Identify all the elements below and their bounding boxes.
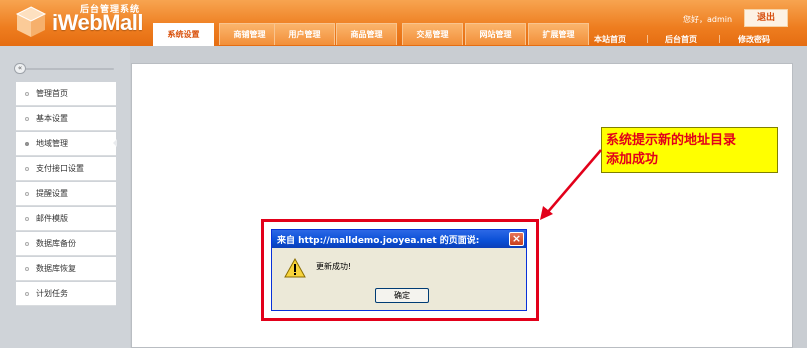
active-item-pointer-icon bbox=[113, 139, 117, 147]
sidebar-item-label: 地域管理 bbox=[36, 139, 68, 148]
sidebar-item-admin-home[interactable]: 管理首页 bbox=[16, 82, 116, 106]
sidebar-item-label: 计划任务 bbox=[36, 289, 68, 298]
sidebar-item-label: 支付接口设置 bbox=[36, 164, 84, 173]
sidebar-item-payment-settings[interactable]: 支付接口设置 bbox=[16, 157, 116, 181]
user-greeting: 您好，admin bbox=[683, 15, 733, 24]
sidebar-item-email-templates[interactable]: 邮件模版 bbox=[16, 207, 116, 231]
bullet-icon bbox=[25, 292, 29, 296]
sidebar: « 管理首页 基本设置 地域管理 支付接口设置 提醒设置 邮件模版 数据库备份 … bbox=[0, 46, 130, 348]
link-admin-home[interactable]: 后台首页 bbox=[665, 34, 697, 45]
logout-button[interactable]: 退出 bbox=[744, 9, 788, 27]
dialog-message: 更新成功! bbox=[316, 262, 352, 271]
sidebar-item-label: 数据库恢复 bbox=[36, 264, 76, 273]
alert-dialog: 来自 http://malldemo.jooyea.net 的页面说: × 更新… bbox=[271, 229, 527, 311]
sidebar-item-label: 邮件模版 bbox=[36, 214, 68, 223]
warning-icon bbox=[284, 258, 306, 278]
bullet-icon bbox=[25, 92, 29, 96]
tab-site-management[interactable]: 网站管理 bbox=[465, 23, 526, 45]
annotation-callout: 系统提示新的地址目录 添加成功 bbox=[601, 127, 778, 173]
sidebar-item-basic-settings[interactable]: 基本设置 bbox=[16, 107, 116, 131]
link-separator: | bbox=[718, 34, 721, 43]
sidebar-slider-track bbox=[16, 68, 114, 70]
sidebar-item-scheduled-tasks[interactable]: 计划任务 bbox=[16, 282, 116, 306]
bullet-icon bbox=[25, 242, 29, 246]
annotation-line-1: 系统提示新的地址目录 bbox=[606, 133, 737, 148]
sidebar-item-label: 管理首页 bbox=[36, 89, 68, 98]
tab-trade-management[interactable]: 交易管理 bbox=[402, 23, 463, 45]
bullet-icon bbox=[25, 267, 29, 271]
sidebar-item-label: 提醒设置 bbox=[36, 189, 68, 198]
dialog-titlebar: 来自 http://malldemo.jooyea.net 的页面说: × bbox=[272, 230, 526, 248]
sidebar-item-region-management[interactable]: 地域管理 bbox=[16, 132, 116, 156]
tab-product-management[interactable]: 商品管理 bbox=[336, 23, 397, 45]
sidebar-item-reminder-settings[interactable]: 提醒设置 bbox=[16, 182, 116, 206]
link-change-password[interactable]: 修改密码 bbox=[738, 34, 770, 45]
bullet-icon bbox=[25, 217, 29, 221]
logo-title: iWebMall bbox=[52, 10, 143, 35]
bullet-icon bbox=[25, 142, 29, 146]
sidebar-collapse-icon[interactable]: « bbox=[14, 63, 26, 74]
logo-cube-icon bbox=[15, 6, 47, 37]
bullet-icon bbox=[25, 192, 29, 196]
ok-button[interactable]: 确定 bbox=[375, 288, 429, 303]
tab-system-settings[interactable]: 系统设置 bbox=[153, 23, 214, 46]
sidebar-item-label: 基本设置 bbox=[36, 114, 68, 123]
sidebar-item-label: 数据库备份 bbox=[36, 239, 76, 248]
bullet-icon bbox=[25, 117, 29, 121]
link-separator: | bbox=[646, 34, 649, 43]
sidebar-item-db-restore[interactable]: 数据库恢复 bbox=[16, 257, 116, 281]
right-edge-strip bbox=[795, 46, 807, 348]
link-site-home[interactable]: 本站首页 bbox=[594, 34, 626, 45]
bullet-icon bbox=[25, 167, 29, 171]
tab-extension-management[interactable]: 扩展管理 bbox=[528, 23, 589, 45]
dialog-title: 来自 http://malldemo.jooyea.net 的页面说: bbox=[277, 236, 480, 246]
sidebar-item-db-backup[interactable]: 数据库备份 bbox=[16, 232, 116, 256]
annotation-line-2: 添加成功 bbox=[606, 152, 659, 167]
tab-shop-management[interactable]: 商铺管理 bbox=[219, 23, 280, 45]
tab-user-management[interactable]: 用户管理 bbox=[274, 23, 335, 45]
top-header: 后台管理系统 iWebMall 您好，admin 退出 系统设置 商铺管理 用户… bbox=[0, 0, 807, 46]
close-icon[interactable]: × bbox=[509, 232, 524, 246]
